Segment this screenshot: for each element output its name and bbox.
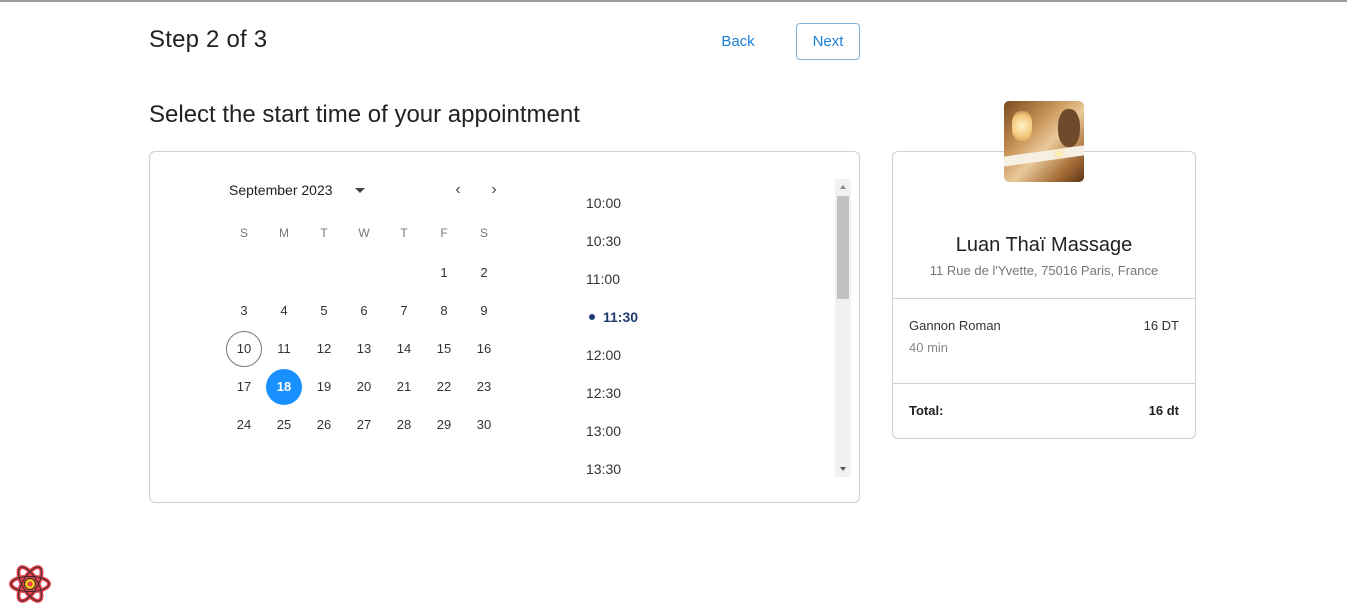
weekday-label: T [400,226,408,240]
day-cell[interactable]: 6 [346,293,382,329]
day-cell[interactable]: 12 [306,331,342,367]
back-button[interactable]: Back [712,23,764,59]
day-cell[interactable]: 17 [226,369,262,405]
day-cell-selected[interactable]: 18 [266,369,302,405]
day-cell[interactable]: 4 [266,293,302,329]
day-cell[interactable]: 30 [466,407,502,443]
day-cell[interactable]: 22 [426,369,462,405]
day-cell[interactable]: 19 [306,369,342,405]
day-cell[interactable]: 15 [426,331,462,367]
day-cell[interactable]: 7 [386,293,422,329]
day-cell[interactable]: 2 [466,255,502,291]
day-cell[interactable]: 9 [466,293,502,329]
service-duration: 40 min [909,340,949,355]
day-cell[interactable]: 5 [306,293,342,329]
day-cell[interactable]: 3 [226,293,262,329]
weekday-label: S [479,226,488,240]
booking-summary-card: Luan Thaï Massage 11 Rue de l'Yvette, 75… [892,151,1196,439]
time-slot[interactable]: 10:00 [586,191,706,215]
day-cell[interactable]: 26 [306,407,342,443]
photo-candle [1056,151,1062,157]
top-border [0,0,1347,2]
photo-statue [1058,109,1080,147]
summary-divider [893,298,1195,299]
day-cell[interactable]: 13 [346,331,382,367]
date-time-picker: September 2023 ‹ › SMTWTFS 1 2 3 4 5 6 7 8 9 10 11… [149,151,860,503]
time-slot[interactable]: 12:00 [586,343,706,367]
scroll-up-arrow-icon[interactable] [835,179,851,195]
weekday-label: M [279,226,289,240]
day-cell[interactable]: 27 [346,407,382,443]
time-slot[interactable]: 13:30 [586,457,706,481]
weekday-label: S [239,226,248,240]
day-cell[interactable]: 23 [466,369,502,405]
weekday-label: T [320,226,328,240]
day-cell[interactable]: 21 [386,369,422,405]
section-title: Select the start time of your appointmen… [149,101,580,128]
weekday-label: F [440,226,448,240]
next-button[interactable]: Next [796,23,860,60]
time-list-scrollbar[interactable] [835,179,851,477]
scroll-thumb[interactable] [837,196,849,299]
day-cell[interactable]: 11 [266,331,302,367]
salon-name: Luan Thaï Massage [955,234,1133,256]
chevron-left-icon[interactable]: ‹ [448,180,468,200]
total-value: 16 dt [1148,403,1179,418]
photo-lamp [1012,111,1032,141]
day-cell[interactable]: 24 [226,407,262,443]
caret-down-icon[interactable] [351,180,369,200]
day-cell[interactable]: 8 [426,293,462,329]
photo-massage-table [1004,145,1084,167]
total-divider [893,383,1195,384]
day-cell[interactable]: 14 [386,331,422,367]
step-title: Step 2 of 3 [149,26,268,53]
salon-photo [1004,101,1084,182]
day-cell[interactable]: 20 [346,369,382,405]
service-name: Gannon Roman [909,318,1001,333]
day-cell[interactable]: 1 [426,255,462,291]
day-cell[interactable]: 10 [226,331,262,367]
time-slot[interactable]: 11:00 [586,267,706,291]
time-slot[interactable]: 13:00 [586,419,706,443]
selected-dot-icon [589,314,595,320]
day-cell[interactable]: 16 [466,331,502,367]
chevron-right-icon[interactable]: › [484,180,504,200]
time-slot-selected[interactable]: 11:30 [603,305,723,329]
time-slot[interactable]: 12:30 [586,381,706,405]
time-slot[interactable]: 10:30 [586,229,706,253]
service-price: 16 DT [1143,318,1179,333]
day-cell[interactable]: 29 [426,407,462,443]
weekday-label: W [358,226,370,240]
react-logo-icon[interactable] [8,563,52,605]
total-label: Total: [909,403,944,418]
scroll-down-arrow-icon[interactable] [835,461,851,477]
salon-address: 11 Rue de l'Yvette, 75016 Paris, France [929,263,1159,278]
month-label: September 2023 [229,182,333,198]
day-cell[interactable]: 25 [266,407,302,443]
day-cell[interactable]: 28 [386,407,422,443]
